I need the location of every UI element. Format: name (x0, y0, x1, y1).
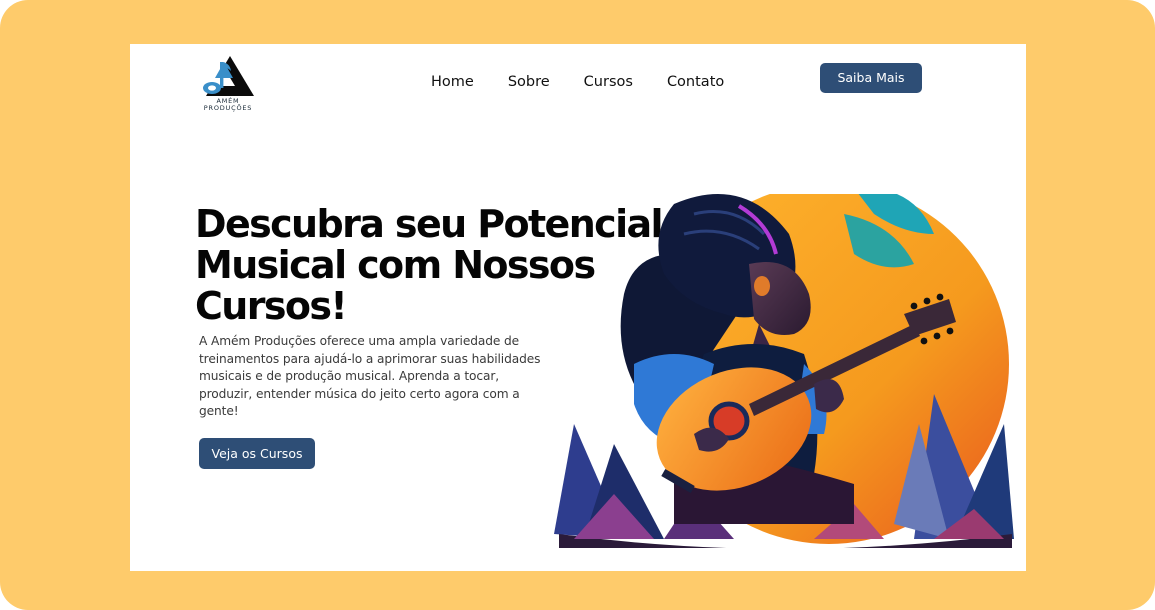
brand-logo[interactable]: AMÉM PRODUÇÕES (198, 52, 258, 114)
hero-description: A Amém Produções oferece uma ampla varie… (199, 334, 541, 419)
nav-contato[interactable]: Contato (667, 73, 724, 91)
music-note-mountain-logo-icon (203, 56, 254, 96)
woman-playing-guitar-illustration (554, 184, 1016, 549)
frame-background: AMÉM PRODUÇÕES Home Sobre Cursos Contato… (0, 0, 1155, 610)
main-nav: Home Sobre Cursos Contato (431, 73, 758, 91)
nav-sobre[interactable]: Sobre (508, 73, 550, 91)
veja-os-cursos-button[interactable]: Veja os Cursos (199, 438, 315, 469)
landing-page: AMÉM PRODUÇÕES Home Sobre Cursos Contato… (130, 44, 1026, 571)
logo-text-bottom: PRODUÇÕES (203, 104, 253, 112)
saiba-mais-button[interactable]: Saiba Mais (820, 63, 922, 93)
nav-home[interactable]: Home (431, 73, 474, 91)
nav-cursos[interactable]: Cursos (584, 73, 633, 91)
